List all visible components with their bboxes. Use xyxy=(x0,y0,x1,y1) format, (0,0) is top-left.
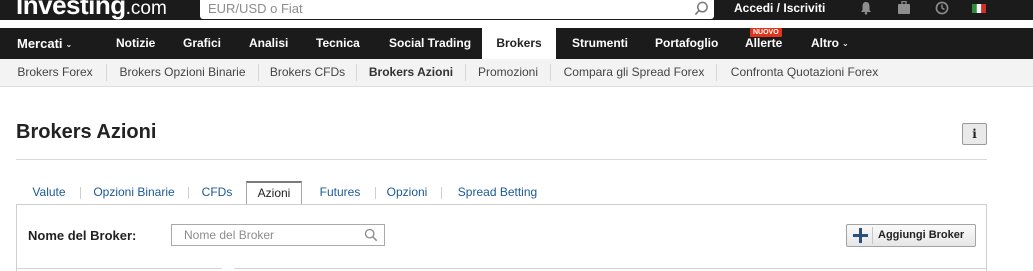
tab-spread-betting[interactable]: Spread Betting xyxy=(448,181,547,204)
nav-altro[interactable]: Altro ⌄ xyxy=(811,28,849,59)
nav-brokers[interactable]: Brokers xyxy=(482,28,556,59)
subnav-brokers-opzioni-binarie[interactable]: Brokers Opzioni Binarie xyxy=(113,59,252,86)
logo-light: .com xyxy=(125,0,167,19)
subnav-divider xyxy=(465,64,466,81)
search-icon[interactable] xyxy=(364,228,378,242)
tab-cfds[interactable]: CFDs xyxy=(195,181,239,204)
broker-search-input[interactable] xyxy=(172,225,384,245)
tab-azioni[interactable]: Azioni xyxy=(246,181,302,205)
nav-mercati-label: Mercati xyxy=(17,36,63,51)
main-nav: Mercati ⌄ Notizie Grafici Analisi Tecnica… xyxy=(0,28,1033,59)
page-title: Brokers Azioni xyxy=(16,121,157,143)
sub-nav: Brokers Forex Brokers Opzioni Binarie Br… xyxy=(0,59,1033,87)
subnav-promozioni[interactable]: Promozioni xyxy=(471,59,545,86)
subnav-divider xyxy=(258,64,259,81)
subnav-divider xyxy=(716,64,717,81)
subnav-confronta-quotazioni[interactable]: Confronta Quotazioni Forex xyxy=(722,59,887,86)
italy-flag-icon[interactable] xyxy=(972,4,986,13)
tab-opzioni[interactable]: Opzioni xyxy=(381,181,433,204)
clock-icon[interactable] xyxy=(935,1,949,15)
login-link[interactable]: Accedi / Iscriviti xyxy=(734,1,825,15)
tab-futures[interactable]: Futures xyxy=(311,181,369,204)
subnav-divider xyxy=(356,64,357,81)
site-search[interactable] xyxy=(200,0,714,19)
dropdown-notch xyxy=(220,264,236,270)
subnav-divider xyxy=(106,64,107,81)
tab-divider xyxy=(375,187,376,199)
tab-divider xyxy=(80,187,81,199)
investing-logo[interactable]: Investing.com xyxy=(16,0,167,23)
nav-altro-label: Altro xyxy=(811,36,839,50)
tab-opzioni-binarie[interactable]: Opzioni Binarie xyxy=(87,181,181,204)
info-button[interactable]: i xyxy=(962,123,987,145)
subnav-divider xyxy=(550,64,551,81)
results-divider xyxy=(17,268,986,269)
chevron-down-icon: ⌄ xyxy=(65,40,73,49)
subnav-brokers-azioni[interactable]: Brokers Azioni xyxy=(362,59,460,86)
filter-panel xyxy=(16,204,987,271)
new-badge: NUOVO xyxy=(750,28,782,37)
nav-strumenti[interactable]: Strumenti xyxy=(572,28,628,59)
logo-bold: Investing xyxy=(16,0,126,20)
site-search-input[interactable] xyxy=(200,0,714,19)
subnav-brokers-cfds[interactable]: Brokers CFDs xyxy=(264,59,351,86)
tab-valute[interactable]: Valute xyxy=(25,181,73,204)
tab-divider xyxy=(441,187,442,199)
add-broker-button[interactable]: Aggiungi Broker xyxy=(846,224,976,247)
search-icon[interactable] xyxy=(694,1,709,16)
nav-portafoglio[interactable]: Portafoglio xyxy=(655,28,718,59)
button-divider xyxy=(872,227,873,244)
nav-mercati[interactable]: Mercati ⌄ xyxy=(17,28,72,59)
tab-divider xyxy=(188,187,189,199)
nav-analisi[interactable]: Analisi xyxy=(249,28,288,59)
subnav-brokers-forex[interactable]: Brokers Forex xyxy=(8,59,102,86)
bell-icon[interactable] xyxy=(859,1,873,15)
nav-grafici[interactable]: Grafici xyxy=(183,28,221,59)
top-bar: Investing.com Accedi / Iscriviti xyxy=(0,0,1033,20)
nav-notizie[interactable]: Notizie xyxy=(116,28,155,59)
subnav-compara-spread[interactable]: Compara gli Spread Forex xyxy=(556,59,712,86)
plus-icon xyxy=(853,228,868,243)
title-divider xyxy=(16,159,987,160)
add-broker-label: Aggiungi Broker xyxy=(878,229,965,241)
broker-search[interactable] xyxy=(171,224,385,246)
nav-tecnica[interactable]: Tecnica xyxy=(316,28,360,59)
broker-name-label: Nome del Broker: xyxy=(28,228,137,243)
info-icon: i xyxy=(972,127,977,141)
chevron-down-icon: ⌄ xyxy=(842,39,849,48)
briefcase-icon[interactable] xyxy=(897,1,911,15)
nav-social-trading[interactable]: Social Trading xyxy=(389,28,471,59)
